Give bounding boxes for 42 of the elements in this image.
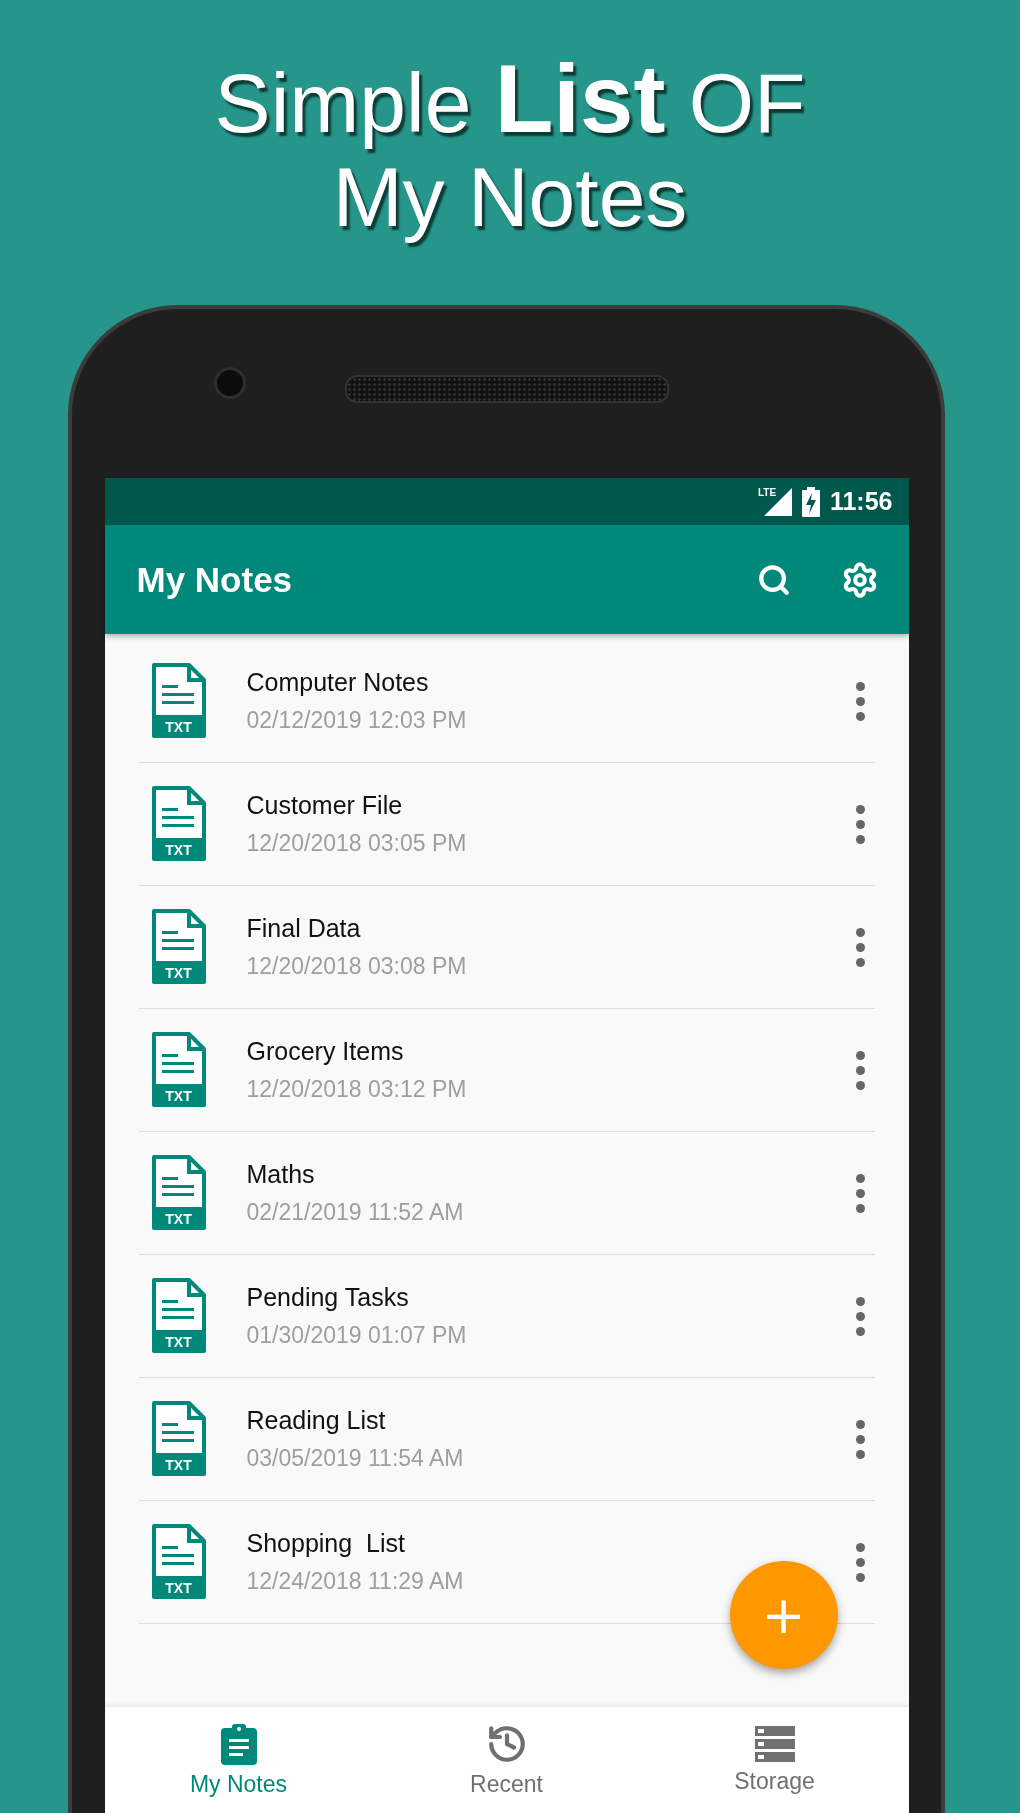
text-file-icon: TXT	[150, 1032, 207, 1108]
text-file-icon: TXT	[150, 786, 207, 862]
note-item[interactable]: TXT Computer Notes 02/12/2019 12:03 PM	[138, 640, 875, 763]
note-title: Maths	[246, 1160, 316, 1189]
headline: My Notes	[332, 149, 688, 244]
note-item[interactable]: TXT Pending Tasks 01/30/2019 01:07 PM	[138, 1255, 875, 1378]
note-date: 02/12/2019 12:03 PM	[246, 707, 468, 734]
text-file-icon: TXT	[150, 909, 207, 985]
note-item[interactable]: TXT Reading List 03/05/2019 11:54 AM	[138, 1378, 875, 1501]
note-title: Pending Tasks	[246, 1283, 410, 1312]
app-title: My Notes	[136, 559, 294, 600]
text-file-icon: TXT	[150, 1155, 207, 1231]
network-label: LTE	[757, 487, 777, 498]
text-file-icon: TXT	[150, 1401, 207, 1477]
camera-lens	[214, 367, 246, 399]
text-file-icon: TXT	[150, 663, 207, 739]
text-file-icon: TXT	[150, 1524, 207, 1600]
text-file-icon: TXT	[150, 1278, 207, 1354]
headline: Simple List OF	[214, 51, 806, 150]
note-date: 12/20/2018 03:08 PM	[246, 953, 468, 980]
clipboard-icon	[218, 1722, 259, 1765]
note-title: Grocery Items	[246, 1037, 405, 1066]
note-title: Final Data	[246, 914, 362, 943]
note-item[interactable]: TXT Final Data 12/20/2018 03:08 PM	[138, 886, 875, 1009]
note-title: Customer File	[246, 791, 404, 820]
clock-time: 11:56	[829, 487, 893, 516]
note-item[interactable]: TXT Grocery Items 12/20/2018 03:12 PM	[138, 1009, 875, 1132]
note-item[interactable]: TXT Maths 02/21/2019 11:52 AM	[138, 1132, 875, 1255]
note-item[interactable]: TXT Customer File 12/20/2018 03:05 PM	[138, 763, 875, 886]
note-date: 12/20/2018 03:12 PM	[246, 1076, 468, 1103]
storage-icon	[754, 1725, 795, 1762]
note-title: Computer Notes	[246, 668, 430, 697]
nav-tab[interactable]: My Notes	[104, 1707, 373, 1813]
note-date: 12/24/2018 11:29 AM	[246, 1568, 465, 1595]
note-date: 02/21/2019 11:52 AM	[246, 1199, 465, 1226]
note-title: Shopping List	[246, 1529, 406, 1558]
note-date: 03/05/2019 11:54 AM	[246, 1445, 465, 1472]
nav-tab[interactable]: Storage	[640, 1707, 909, 1813]
note-date: 01/30/2019 01:07 PM	[246, 1322, 468, 1349]
note-date: 12/20/2018 03:05 PM	[246, 830, 468, 857]
note-title: Reading List	[246, 1406, 387, 1435]
nav-tab[interactable]: Recent	[372, 1707, 641, 1813]
